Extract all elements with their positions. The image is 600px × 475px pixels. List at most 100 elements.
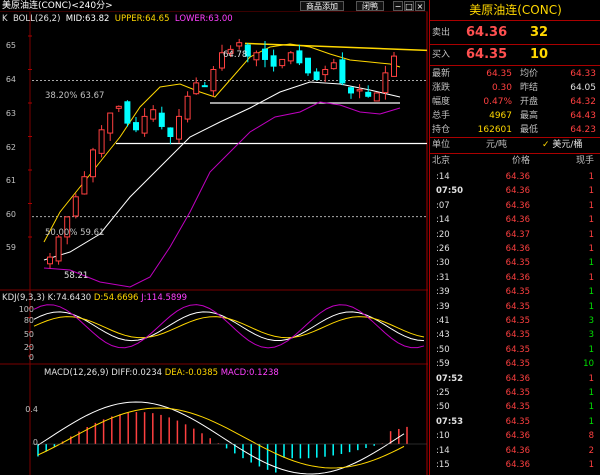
close-chart-button[interactable]: 闭鸭 (356, 1, 384, 11)
macd-value: MACD:0.1238 (220, 368, 279, 378)
minimize-icon[interactable]: − (393, 1, 403, 11)
tick-time: :31 (436, 272, 450, 283)
stat-label: 幅度 (432, 97, 451, 107)
price-tick: 62 (5, 143, 16, 152)
tick-time: :43 (436, 330, 450, 341)
divider (430, 65, 600, 66)
high-label: 64.78 (223, 50, 248, 60)
tick-row: :20 64.37 1 (430, 228, 600, 244)
tick-price: 64.36 (505, 215, 530, 226)
stat-label: 总手 (432, 111, 451, 121)
tick-volume: 1 (588, 287, 594, 298)
candle-body (356, 89, 363, 92)
candle-body (382, 72, 389, 94)
legend-k: K (2, 14, 8, 24)
tick-time: 07:53 (436, 416, 464, 427)
kdj-d: D:54.6696 (93, 293, 139, 303)
tick-row: :14 64.36 1 (430, 170, 600, 186)
maximize-icon[interactable]: □ (404, 1, 414, 11)
candle-body (348, 87, 354, 94)
candle-body (150, 109, 157, 120)
tick-price: 64.35 (505, 416, 530, 427)
tick-price: 64.36 (505, 373, 530, 384)
stat-label: 持仓 (432, 125, 451, 135)
tick-row: :39 64.35 1 (430, 300, 600, 316)
price-tick: 64 (5, 75, 16, 84)
fib-382-label: 38.20% 63.67 (45, 91, 105, 101)
candle-body (279, 58, 286, 67)
tick-time: :41 (436, 316, 450, 326)
tick-row: :14 64.36 1 (430, 213, 600, 229)
close-icon[interactable]: × (415, 1, 425, 11)
stat-label: 昨结 (520, 83, 539, 93)
tick-volume: 1 (588, 172, 594, 182)
tick-volume: 1 (588, 215, 594, 226)
candle-body (176, 115, 182, 140)
sell-price: 64.36 (466, 25, 508, 40)
candle-body (236, 42, 243, 47)
divider (430, 20, 600, 21)
tick-volume: 10 (583, 359, 594, 370)
currency-option[interactable]: ✓ 美元/桶 (542, 138, 582, 153)
sell-row: 卖出 64.36 32 (430, 23, 600, 43)
tick-volume: 1 (588, 244, 594, 254)
price-tick: 59 (5, 243, 16, 252)
candle-body (81, 176, 88, 195)
tick-price: 64.35 (505, 344, 530, 355)
low-label: 58.21 (64, 271, 89, 281)
tick-volume: 1 (588, 402, 594, 413)
sell-volume: 32 (530, 25, 549, 40)
tick-price: 64.36 (505, 445, 530, 456)
tick-price: 64.36 (505, 431, 530, 442)
kdj-k-line (33, 311, 425, 342)
tick-volume: 1 (588, 200, 594, 211)
symbol-title: 美原油连(CONC)<240分> (2, 1, 113, 11)
candle-body (253, 52, 260, 61)
tick-price: 64.35 (505, 258, 530, 269)
macd-tick: 0.4 (25, 405, 38, 414)
fib-50-label: 50.00% 59.61 (45, 228, 105, 238)
tick-time: :50 (436, 344, 450, 355)
tick-time: :15 (436, 460, 450, 470)
price-tick: 61 (5, 176, 16, 185)
tick-row: :50 64.35 1 (430, 343, 600, 359)
candle-body (98, 129, 105, 154)
sell-label: 卖出 (432, 28, 451, 38)
candle-body (72, 196, 79, 217)
tick-price: 64.36 (505, 272, 530, 283)
macd-tick: 0 (32, 438, 38, 447)
chart-area[interactable]: K BOLL(26,2) MID:63.82 UPPER:64.65 LOWER… (0, 12, 428, 475)
add-instrument-button[interactable]: 商品添加 (300, 1, 344, 11)
macd-dea-line (37, 407, 405, 469)
stat-row: 最新 64.35 均价 64.33 (430, 67, 600, 82)
tick-row: :26 64.36 1 (430, 242, 600, 258)
stat-label: 最新 (432, 69, 451, 79)
tick-row: :31 64.36 1 (430, 271, 600, 287)
stat-value: 64.33 (570, 69, 596, 79)
stat-label: 开盘 (520, 97, 539, 107)
stat-value: 4967 (489, 111, 512, 121)
chart-canvas[interactable] (0, 12, 428, 475)
stat-row: 幅度 0.47% 开盘 64.32 (430, 95, 600, 110)
candle-body (330, 62, 337, 70)
stat-value: 0.30 (491, 83, 512, 93)
tick-time: :39 (436, 301, 450, 312)
tick-time: :10 (436, 431, 450, 442)
kdj-tick: 20 (23, 343, 34, 352)
stat-label: 最低 (520, 125, 539, 135)
tick-row: :10 64.36 8 (430, 429, 600, 445)
price-tick: 65 (5, 41, 16, 50)
tick-volume: 1 (588, 186, 594, 197)
tick-row: :15 64.36 1 (430, 458, 600, 474)
candle-body (313, 71, 320, 81)
buy-volume: 10 (530, 47, 549, 62)
tick-volume: 1 (588, 373, 594, 384)
tick-row: :50 64.35 1 (430, 400, 600, 416)
candle-body (210, 69, 217, 92)
tick-price: 64.35 (505, 388, 530, 398)
kdj-tick: 0 (28, 353, 34, 362)
tick-time: :14 (436, 445, 450, 456)
buy-label: 买入 (432, 50, 451, 60)
tick-volume: 1 (588, 272, 594, 283)
tick-row: :14 64.36 2 (430, 444, 600, 460)
